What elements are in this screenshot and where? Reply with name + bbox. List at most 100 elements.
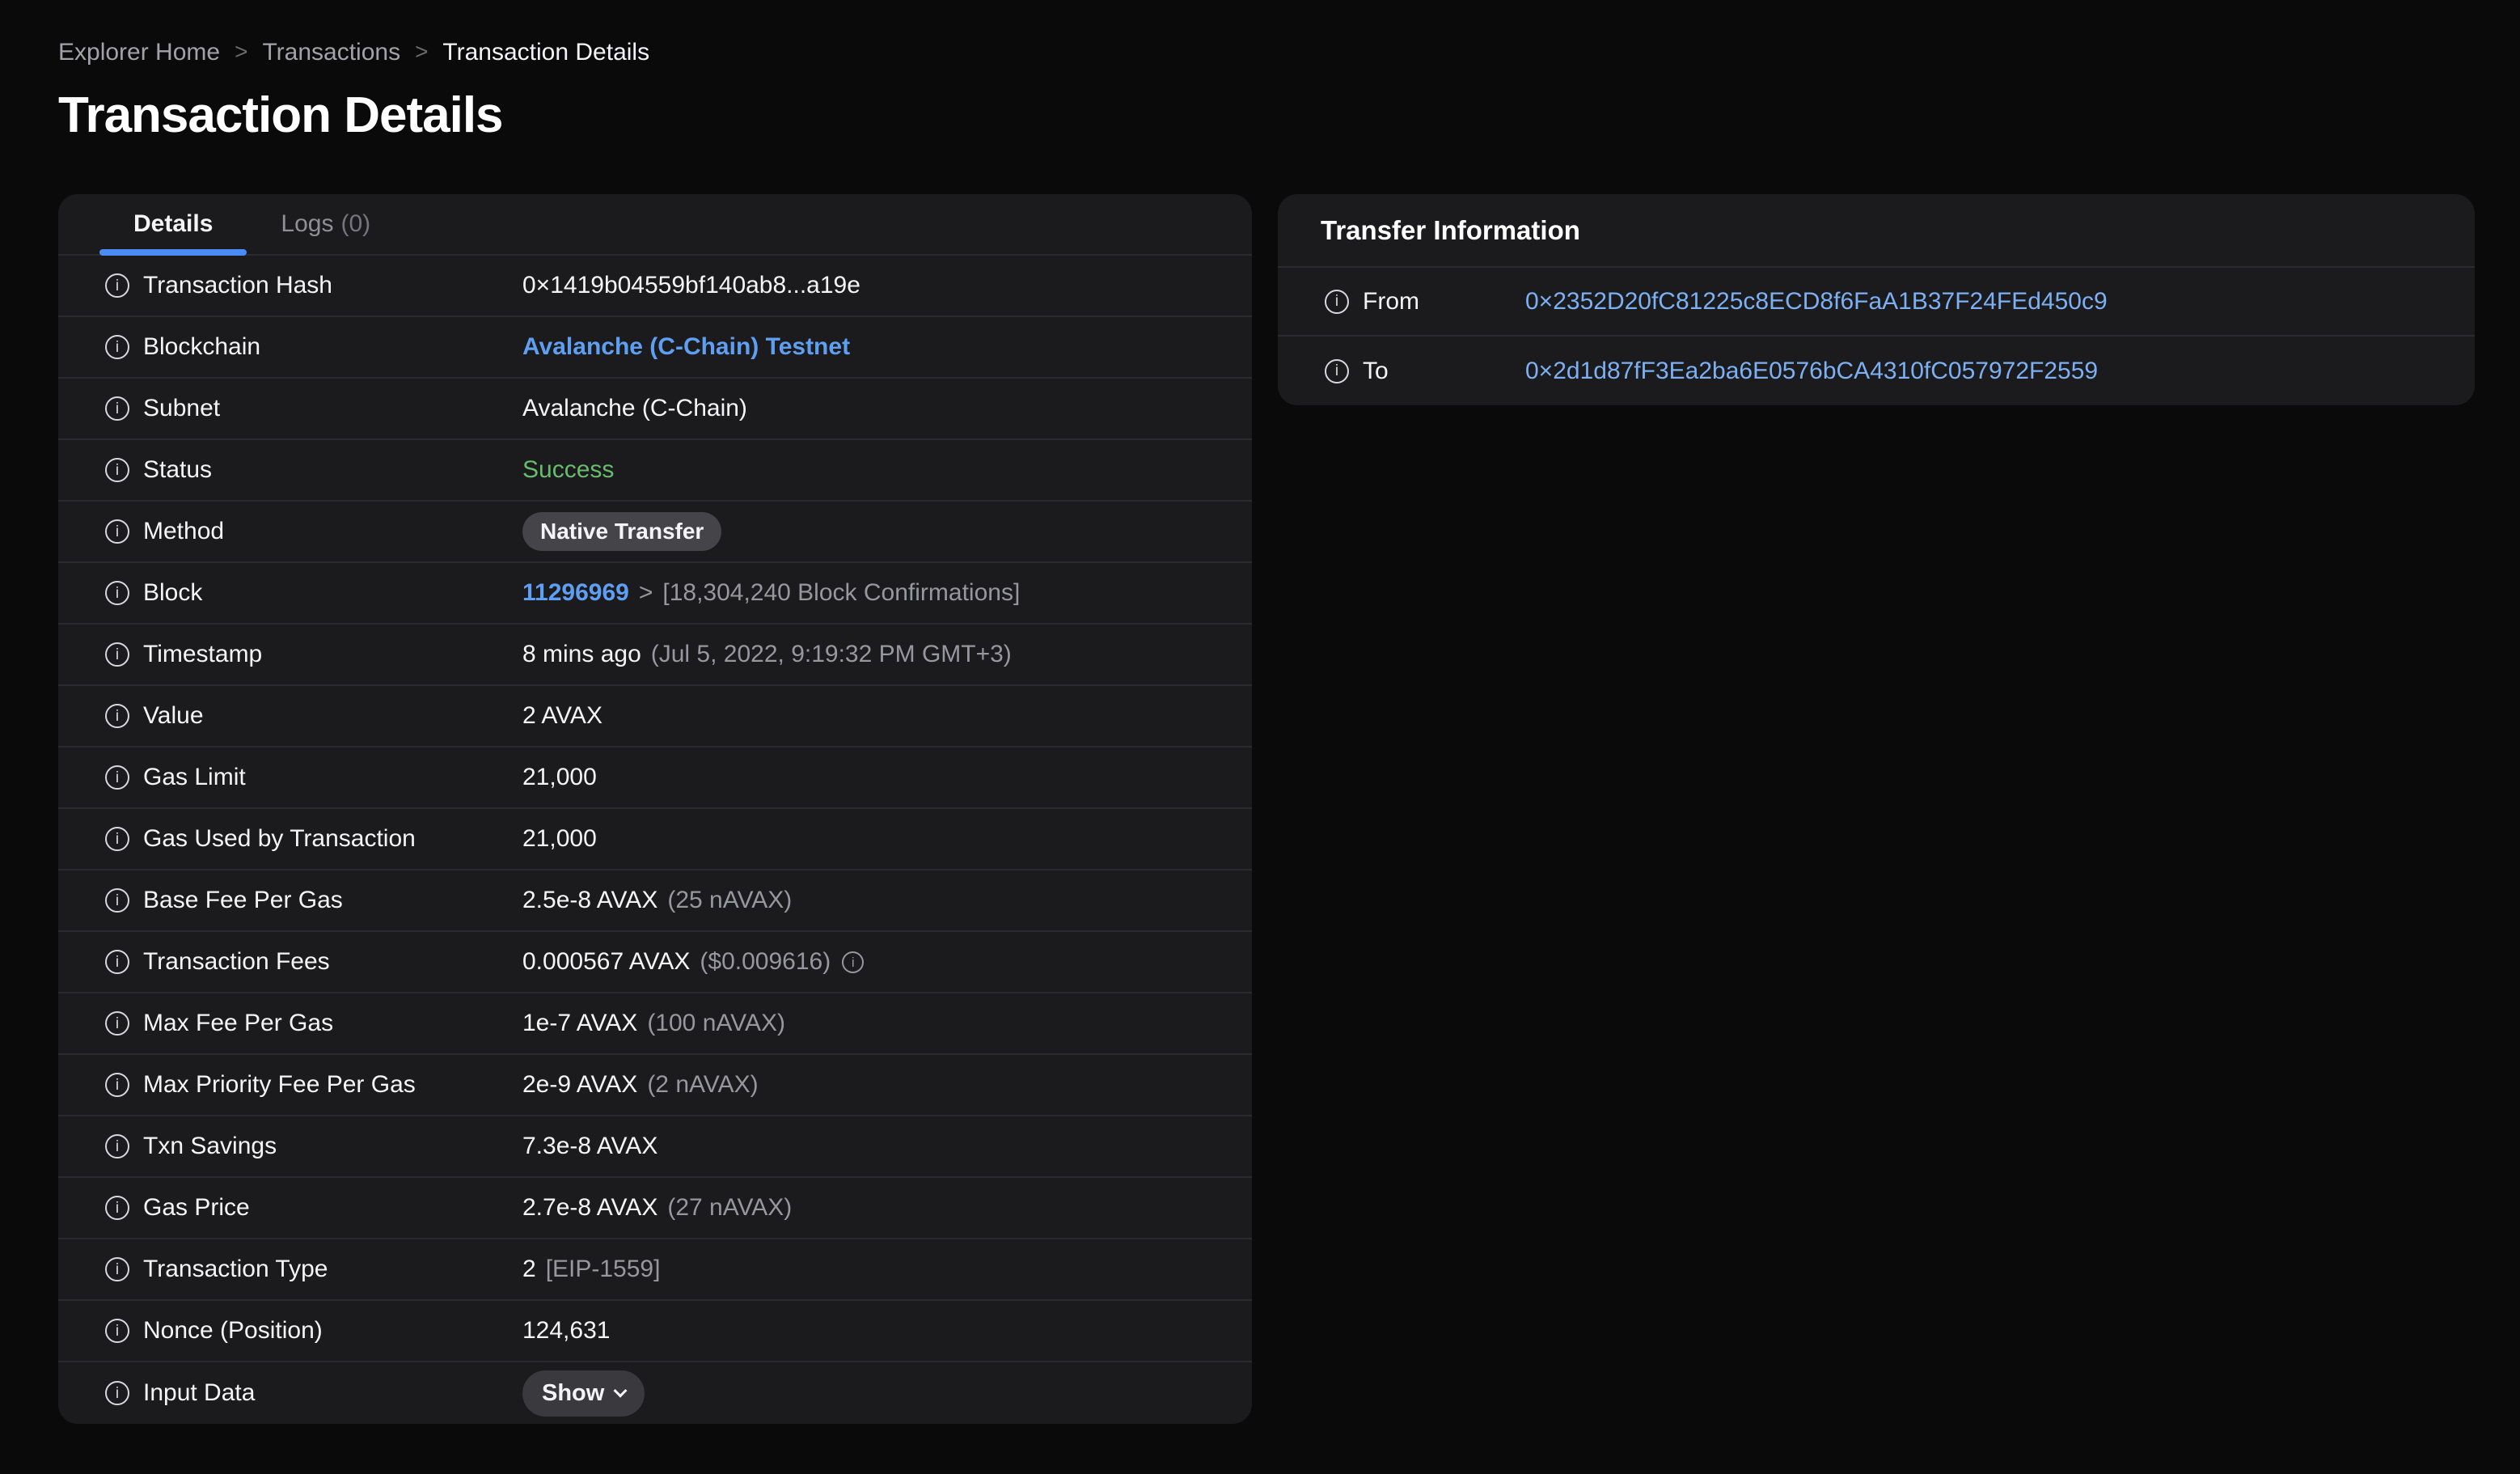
row-value: 21,000	[522, 825, 1228, 853]
info-icon[interactable]: i	[1325, 289, 1349, 314]
value-secondary-text: [18,304,240 Block Confirmations]	[662, 579, 1021, 606]
row-value: 2e-9 AVAX (2 nAVAX)	[522, 1071, 1228, 1099]
row-label: To	[1363, 357, 1389, 384]
tab-logs[interactable]: Logs (0)	[247, 194, 404, 254]
row-label: Nonce (Position)	[143, 1317, 323, 1344]
detail-row-transaction-fees: i Transaction Fees 0.000567 AVAX ($0.0096…	[58, 932, 1252, 993]
row-label-wrap: i Timestamp	[105, 641, 262, 668]
row-label: Blockchain	[143, 333, 261, 360]
tab-details[interactable]: Details	[99, 194, 247, 256]
address-link[interactable]: 0×2d1d87fF3Ea2ba6E0576bCA4310fC057972F25…	[1525, 358, 2098, 385]
value-link[interactable]: 11296969	[522, 579, 629, 607]
detail-row-nonce-position: i Nonce (Position) 124,631	[58, 1301, 1252, 1362]
info-icon[interactable]: i	[105, 888, 129, 913]
value-text: 124,631	[522, 1317, 611, 1344]
value-text: 1e-7 AVAX	[522, 1010, 638, 1036]
value-text: 2.7e-8 AVAX	[522, 1194, 658, 1221]
detail-row-block: i Block 11296969 > [18,304,240 Block Confi…	[58, 563, 1252, 625]
value-link[interactable]: Avalanche (C-Chain) Testnet	[522, 333, 850, 361]
value-text: 0×1419b04559bf140ab8...a19e	[522, 272, 860, 299]
row-label-wrap: i Txn Savings	[105, 1133, 277, 1160]
info-icon[interactable]: i	[105, 458, 129, 482]
row-label: Txn Savings	[143, 1133, 277, 1159]
row-label: Method	[143, 518, 225, 544]
row-label: Status	[143, 456, 213, 483]
info-icon[interactable]: i	[1325, 358, 1349, 383]
info-icon[interactable]: i	[105, 1381, 129, 1405]
info-icon[interactable]: i	[105, 1011, 129, 1036]
row-label-wrap: i Max Fee Per Gas	[105, 1010, 333, 1037]
row-value: 21,000	[522, 764, 1228, 791]
row-value: Avalanche (C-Chain) Testnet	[522, 333, 1228, 361]
info-icon[interactable]: i	[105, 950, 129, 974]
row-label-wrap: i Input Data	[105, 1379, 255, 1407]
info-icon[interactable]: i	[105, 1196, 129, 1220]
content-panels: Details Logs (0) i Transaction Hash 0×1419…	[58, 194, 2520, 1424]
row-label: Transaction Type	[143, 1256, 328, 1282]
row-label-wrap: i Block	[105, 579, 202, 607]
info-icon[interactable]: i	[105, 581, 129, 605]
value-text: 2 AVAX	[522, 702, 603, 729]
row-label: Subnet	[143, 395, 221, 421]
page: Explorer Home > Transactions > Transaction D…	[0, 0, 2520, 1424]
row-value: Avalanche (C-Chain)	[522, 395, 1228, 422]
row-label-wrap: i Transaction Fees	[105, 948, 330, 976]
transaction-details-panel: Details Logs (0) i Transaction Hash 0×1419…	[58, 194, 1252, 1424]
row-label: Gas Limit	[143, 764, 246, 790]
transfer-information-panel: Transfer Information i From 0×2352D20fC8…	[1278, 194, 2475, 405]
show-input-data-button[interactable]: Show	[522, 1370, 645, 1417]
value-secondary-text: (Jul 5, 2022, 9:19:32 PM GMT+3)	[650, 641, 1012, 667]
transfer-rows: i From 0×2352D20fC81225c8ECD8f6FaA1B37F2…	[1278, 268, 2475, 405]
value-secondary-text: >	[638, 579, 653, 606]
row-label: Timestamp	[143, 641, 263, 667]
value-text: 0.000567 AVAX	[522, 948, 691, 975]
info-icon[interactable]: i	[105, 704, 129, 728]
value-text: 8 mins ago	[522, 641, 641, 667]
breadcrumb-item-explorer-home[interactable]: Explorer Home	[58, 39, 220, 66]
value-secondary-text: (27 nAVAX)	[667, 1194, 793, 1221]
info-icon[interactable]: i	[105, 1134, 129, 1158]
breadcrumb-item-transaction-details: Transaction Details	[442, 39, 650, 66]
info-icon[interactable]: i	[842, 951, 865, 973]
row-label: Base Fee Per Gas	[143, 887, 343, 913]
row-label-wrap: i Transaction Hash	[105, 272, 332, 299]
row-label: Block	[143, 579, 203, 606]
breadcrumb-item-transactions[interactable]: Transactions	[262, 39, 400, 66]
row-value: Native Transfer	[522, 512, 1228, 551]
value-text: 7.3e-8 AVAX	[522, 1133, 658, 1159]
info-icon[interactable]: i	[105, 273, 129, 298]
info-icon[interactable]: i	[105, 335, 129, 359]
info-icon[interactable]: i	[105, 642, 129, 667]
detail-row-base-fee-per-gas: i Base Fee Per Gas 2.5e-8 AVAX (25 nAVAX)	[58, 870, 1252, 932]
row-label-wrap: i Base Fee Per Gas	[105, 887, 343, 914]
info-icon[interactable]: i	[105, 765, 129, 790]
detail-row-gas-limit: i Gas Limit 21,000	[58, 748, 1252, 809]
row-value: 2 AVAX	[522, 702, 1228, 730]
value-text: 21,000	[522, 764, 597, 790]
row-label-wrap: i Status	[105, 456, 212, 484]
page-title: Transaction Details	[58, 87, 504, 143]
detail-row-method: i Method Native Transfer	[58, 502, 1252, 563]
info-icon[interactable]: i	[105, 1257, 129, 1281]
tab-label: Logs	[281, 210, 334, 237]
row-label-wrap: i Gas Limit	[105, 764, 246, 791]
row-value: 0×1419b04559bf140ab8...a19e	[522, 272, 1228, 299]
detail-row-max-fee-per-gas: i Max Fee Per Gas 1e-7 AVAX (100 nAVAX)	[58, 993, 1252, 1055]
transfer-row-to: i To 0×2d1d87fF3Ea2ba6E0576bCA4310fC0579…	[1278, 337, 2475, 405]
row-value: 2.5e-8 AVAX (25 nAVAX)	[522, 887, 1228, 914]
row-label-wrap: i Value	[105, 702, 204, 730]
row-value: Show	[522, 1370, 1228, 1417]
info-icon[interactable]: i	[105, 1073, 129, 1097]
value-text: 2.5e-8 AVAX	[522, 887, 658, 913]
info-icon[interactable]: i	[105, 1319, 129, 1343]
row-label-wrap: i Transaction Type	[105, 1256, 328, 1283]
tab-label: Details	[133, 210, 214, 237]
row-label: Gas Used by Transaction	[143, 825, 416, 852]
detail-row-gas-price: i Gas Price 2.7e-8 AVAX (27 nAVAX)	[58, 1178, 1252, 1239]
address-link[interactable]: 0×2352D20fC81225c8ECD8f6FaA1B37F24FEd450…	[1525, 288, 2108, 316]
info-icon[interactable]: i	[105, 396, 129, 421]
info-icon[interactable]: i	[105, 519, 129, 544]
detail-row-timestamp: i Timestamp 8 mins ago (Jul 5, 2022, 9:19…	[58, 625, 1252, 686]
info-icon[interactable]: i	[105, 827, 129, 851]
row-label-wrap: i Gas Price	[105, 1194, 250, 1222]
